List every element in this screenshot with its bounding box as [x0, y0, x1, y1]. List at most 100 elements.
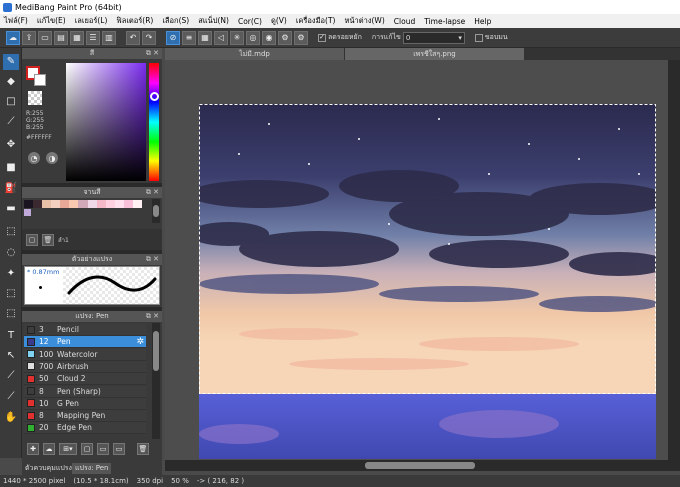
brush-list-scrollbar[interactable]: [152, 323, 160, 439]
brush-name: Pen (Sharp): [57, 386, 101, 396]
bucket-tool-icon[interactable]: ⛽: [3, 181, 19, 197]
brush-folder-icon[interactable]: ▭: [97, 443, 109, 455]
panel-popout-icon[interactable]: ⧉ ✕: [146, 188, 159, 197]
menu-select[interactable]: เลือก(S): [162, 15, 189, 27]
select-pen-tool-icon[interactable]: ⬚: [3, 286, 19, 302]
snap-settings-icon[interactable]: ⚙: [278, 30, 292, 45]
brush-item[interactable]: 8 Mapping Pen: [24, 410, 146, 423]
canvas-vertical-scrollbar[interactable]: [668, 60, 680, 460]
new-palette-icon[interactable]: ▢: [26, 233, 38, 246]
hue-slider[interactable]: [149, 63, 159, 181]
brush-item[interactable]: 8 Pen (Sharp): [24, 385, 146, 398]
eyedropper-tool-icon[interactable]: ⟋: [3, 368, 19, 384]
brush-item[interactable]: 3 Pencil: [24, 324, 146, 336]
gradient-tool-icon[interactable]: ▬: [3, 201, 19, 217]
panel-popout-icon[interactable]: ⧉ ✕: [146, 49, 159, 58]
snap-off-icon[interactable]: ⊘: [166, 30, 180, 45]
snap-cross-icon[interactable]: ▦: [198, 30, 212, 45]
select-tool-icon[interactable]: ⬚: [3, 224, 19, 240]
brush-folder2-icon[interactable]: ▭: [113, 443, 125, 455]
snap-circle-icon[interactable]: ◎: [246, 30, 260, 45]
brush-settings-icon[interactable]: ✲: [136, 337, 144, 347]
eraser-tool-icon[interactable]: ◆: [3, 74, 19, 90]
panel-popout-icon[interactable]: ⧉ ✕: [146, 312, 159, 321]
dot-tool-icon[interactable]: ⟋: [3, 114, 19, 130]
artwork-canvas[interactable]: [199, 104, 656, 459]
brush-color-swatch: [27, 411, 35, 420]
menu-filter[interactable]: ฟิลเตอร์(R): [116, 15, 153, 27]
menu-view[interactable]: ดู(V): [271, 15, 287, 27]
brush-name: Pen: [57, 337, 71, 347]
canvas-horizontal-scrollbar[interactable]: [165, 460, 680, 471]
snap-vanish-icon[interactable]: ◁: [214, 30, 228, 45]
brush-item[interactable]: 20 Edge Pen: [24, 422, 146, 435]
brush-item[interactable]: 100 Watercolor: [24, 348, 146, 361]
menu-tools[interactable]: เครื่องมือ(T): [296, 15, 336, 27]
delete-palette-icon[interactable]: 🗑: [42, 233, 54, 246]
menu-edit[interactable]: แก้ไข(E): [37, 15, 66, 27]
brush-item[interactable]: 10 G Pen: [24, 397, 146, 410]
brush-panel-title: แปรง: Pen: [75, 312, 109, 320]
brush-add-menu-icon[interactable]: ⊞▾: [59, 443, 77, 455]
grid-icon[interactable]: ▥: [102, 30, 116, 45]
palette-scrollbar[interactable]: [152, 199, 160, 223]
select-eraser-tool-icon[interactable]: ⬚: [3, 306, 19, 322]
menu-timelapse[interactable]: Time-lapse: [424, 17, 465, 26]
menu-window[interactable]: หน้าต่าง(W): [344, 15, 384, 27]
share-icon[interactable]: ⇪: [22, 30, 36, 45]
snap-radial-icon[interactable]: ✳: [230, 30, 244, 45]
material-icon[interactable]: ▦: [70, 30, 84, 45]
brush-item[interactable]: 700 Airbrush: [24, 360, 146, 373]
correction-value: 0: [405, 33, 411, 42]
secondary-color-swatch[interactable]: [34, 74, 46, 86]
brush-preview-panel: ตัวอย่างแปรง ⧉ ✕ * 0.87mm: [22, 254, 162, 307]
hand-tool-icon[interactable]: ✋: [3, 410, 19, 426]
transparent-color-swatch[interactable]: [28, 91, 42, 105]
snap-curve-icon[interactable]: ◉: [262, 30, 276, 45]
fill-rect-tool-icon[interactable]: ■: [3, 160, 19, 176]
text-tool-icon[interactable]: T: [3, 328, 19, 344]
divide-tool-icon[interactable]: ⟋: [3, 389, 19, 405]
correction-select[interactable]: 0 ▾: [402, 31, 465, 44]
tab-document-2[interactable]: เพรชีใสๆ.png: [345, 48, 525, 60]
tab-brush-pen[interactable]: แปรง: Pen: [72, 463, 112, 474]
brush-copy-icon[interactable]: ▢: [81, 443, 93, 455]
list-icon[interactable]: ☰: [86, 30, 100, 45]
color-mode-icon[interactable]: ◑: [46, 152, 58, 164]
menu-color[interactable]: Cor(C): [238, 17, 262, 26]
add-brush-icon[interactable]: ✚: [27, 443, 39, 455]
palette-swatch-extra[interactable]: [24, 209, 31, 216]
move-tool-icon[interactable]: ✥: [3, 137, 19, 153]
delete-brush-icon[interactable]: 🗑: [137, 443, 149, 455]
menu-cloud[interactable]: Cloud: [394, 17, 415, 26]
palette-swatches[interactable]: [24, 200, 143, 208]
menu-snap[interactable]: สแน็ป(N): [198, 15, 229, 27]
color-wheel-icon[interactable]: ◔: [28, 152, 40, 164]
panel-popout-icon[interactable]: ⧉ ✕: [146, 255, 159, 264]
antialias-checkbox[interactable]: ✓: [318, 33, 326, 42]
lasso-tool-icon[interactable]: ◌: [3, 245, 19, 261]
operation-tool-icon[interactable]: ↖: [3, 348, 19, 364]
hue-handle[interactable]: [150, 92, 159, 101]
tab-brush-control[interactable]: ตัวควบคุมแปรง: [22, 463, 75, 474]
snap-settings2-icon[interactable]: ⚙: [294, 30, 308, 45]
chat-icon[interactable]: ▤: [54, 30, 68, 45]
cloud-icon[interactable]: ☁: [6, 30, 20, 45]
pen-tool-icon[interactable]: ✎: [3, 54, 19, 70]
tab-document-1[interactable]: ไม่มี.mdp: [165, 48, 345, 60]
snap-parallel-icon[interactable]: ≡: [182, 30, 196, 45]
comment-icon[interactable]: ▭: [38, 30, 52, 45]
redo-icon[interactable]: ↷: [142, 30, 156, 45]
menu-file[interactable]: ไฟล์(F): [4, 15, 28, 27]
auto-checkbox[interactable]: [474, 33, 483, 42]
magic-wand-tool-icon[interactable]: ✦: [3, 266, 19, 282]
menu-layer[interactable]: เลเยอร์(L): [75, 15, 108, 27]
saturation-value-picker[interactable]: [66, 63, 146, 181]
horizontal-scroll-thumb[interactable]: [365, 462, 475, 469]
brush-item[interactable]: 50 Cloud 2: [24, 373, 146, 386]
brush-item[interactable]: 12 Pen ✲: [24, 336, 146, 349]
undo-icon[interactable]: ↶: [126, 30, 140, 45]
rectangle-tool-icon[interactable]: □: [3, 94, 19, 110]
menu-help[interactable]: Help: [474, 17, 491, 26]
brush-cloud-icon[interactable]: ☁: [43, 443, 55, 455]
